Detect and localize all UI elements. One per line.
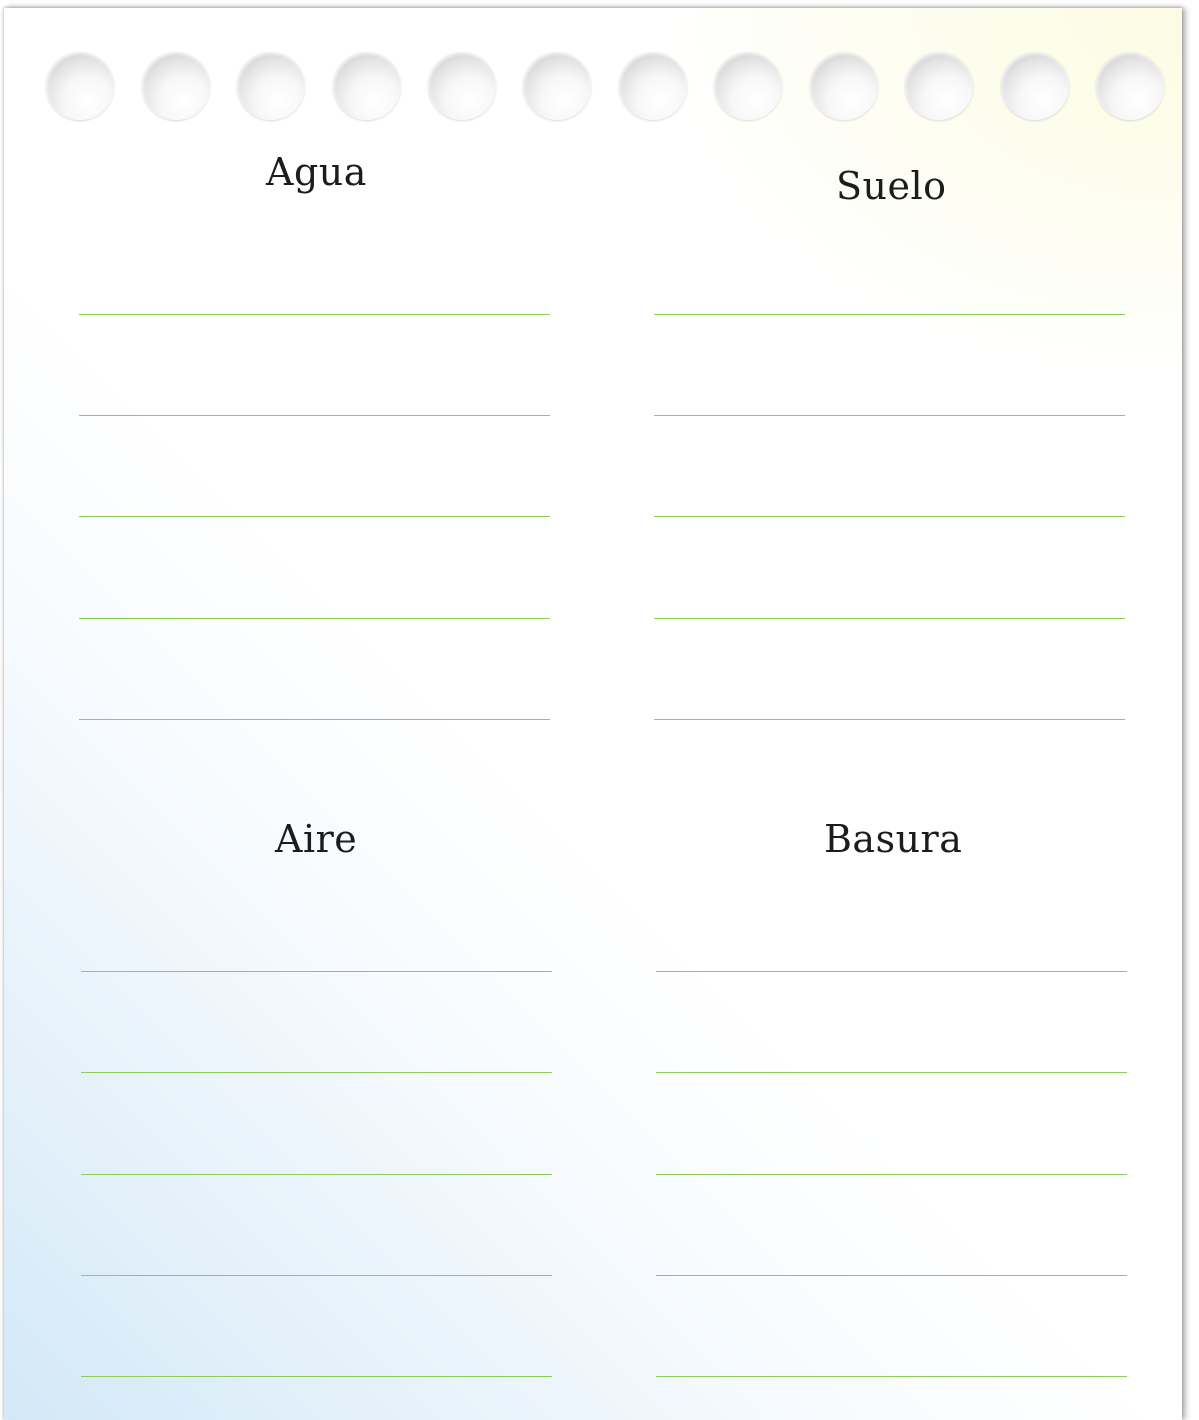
notebook-sheet: Agua Suelo Aire Basura [4, 8, 1182, 1420]
binder-hole [46, 52, 114, 120]
section-title-basura: Basura [824, 817, 963, 861]
answer-line[interactable] [81, 971, 552, 972]
binder-hole [810, 52, 878, 120]
section-title-agua: Agua [266, 150, 367, 194]
answer-line[interactable] [79, 618, 550, 619]
answer-line[interactable] [81, 1376, 552, 1377]
section-title-aire: Aire [275, 817, 358, 861]
binder-hole [714, 52, 782, 120]
answer-line[interactable] [654, 516, 1125, 517]
answer-line[interactable] [81, 1174, 552, 1175]
answer-line[interactable] [81, 1275, 552, 1276]
answer-line[interactable] [79, 415, 550, 416]
answer-line[interactable] [79, 516, 550, 517]
binder-hole [428, 52, 496, 120]
answer-line[interactable] [656, 971, 1127, 972]
answer-line[interactable] [79, 719, 550, 720]
answer-line[interactable] [654, 719, 1125, 720]
answer-line[interactable] [656, 1275, 1127, 1276]
answer-line[interactable] [654, 618, 1125, 619]
binder-hole [1001, 52, 1069, 120]
binder-hole [619, 52, 687, 120]
binder-holes [4, 8, 1182, 138]
section-title-suelo: Suelo [836, 164, 947, 208]
answer-line[interactable] [81, 1072, 552, 1073]
answer-line[interactable] [654, 415, 1125, 416]
binder-hole [142, 52, 210, 120]
binder-hole [1096, 52, 1164, 120]
answer-line[interactable] [79, 314, 550, 315]
worksheet-page: Agua Suelo Aire Basura [0, 0, 1199, 1420]
binder-hole [333, 52, 401, 120]
answer-line[interactable] [656, 1376, 1127, 1377]
binder-hole [237, 52, 305, 120]
answer-line[interactable] [656, 1072, 1127, 1073]
binder-hole [523, 52, 591, 120]
answer-line[interactable] [656, 1174, 1127, 1175]
binder-hole [905, 52, 973, 120]
answer-line[interactable] [654, 314, 1125, 315]
